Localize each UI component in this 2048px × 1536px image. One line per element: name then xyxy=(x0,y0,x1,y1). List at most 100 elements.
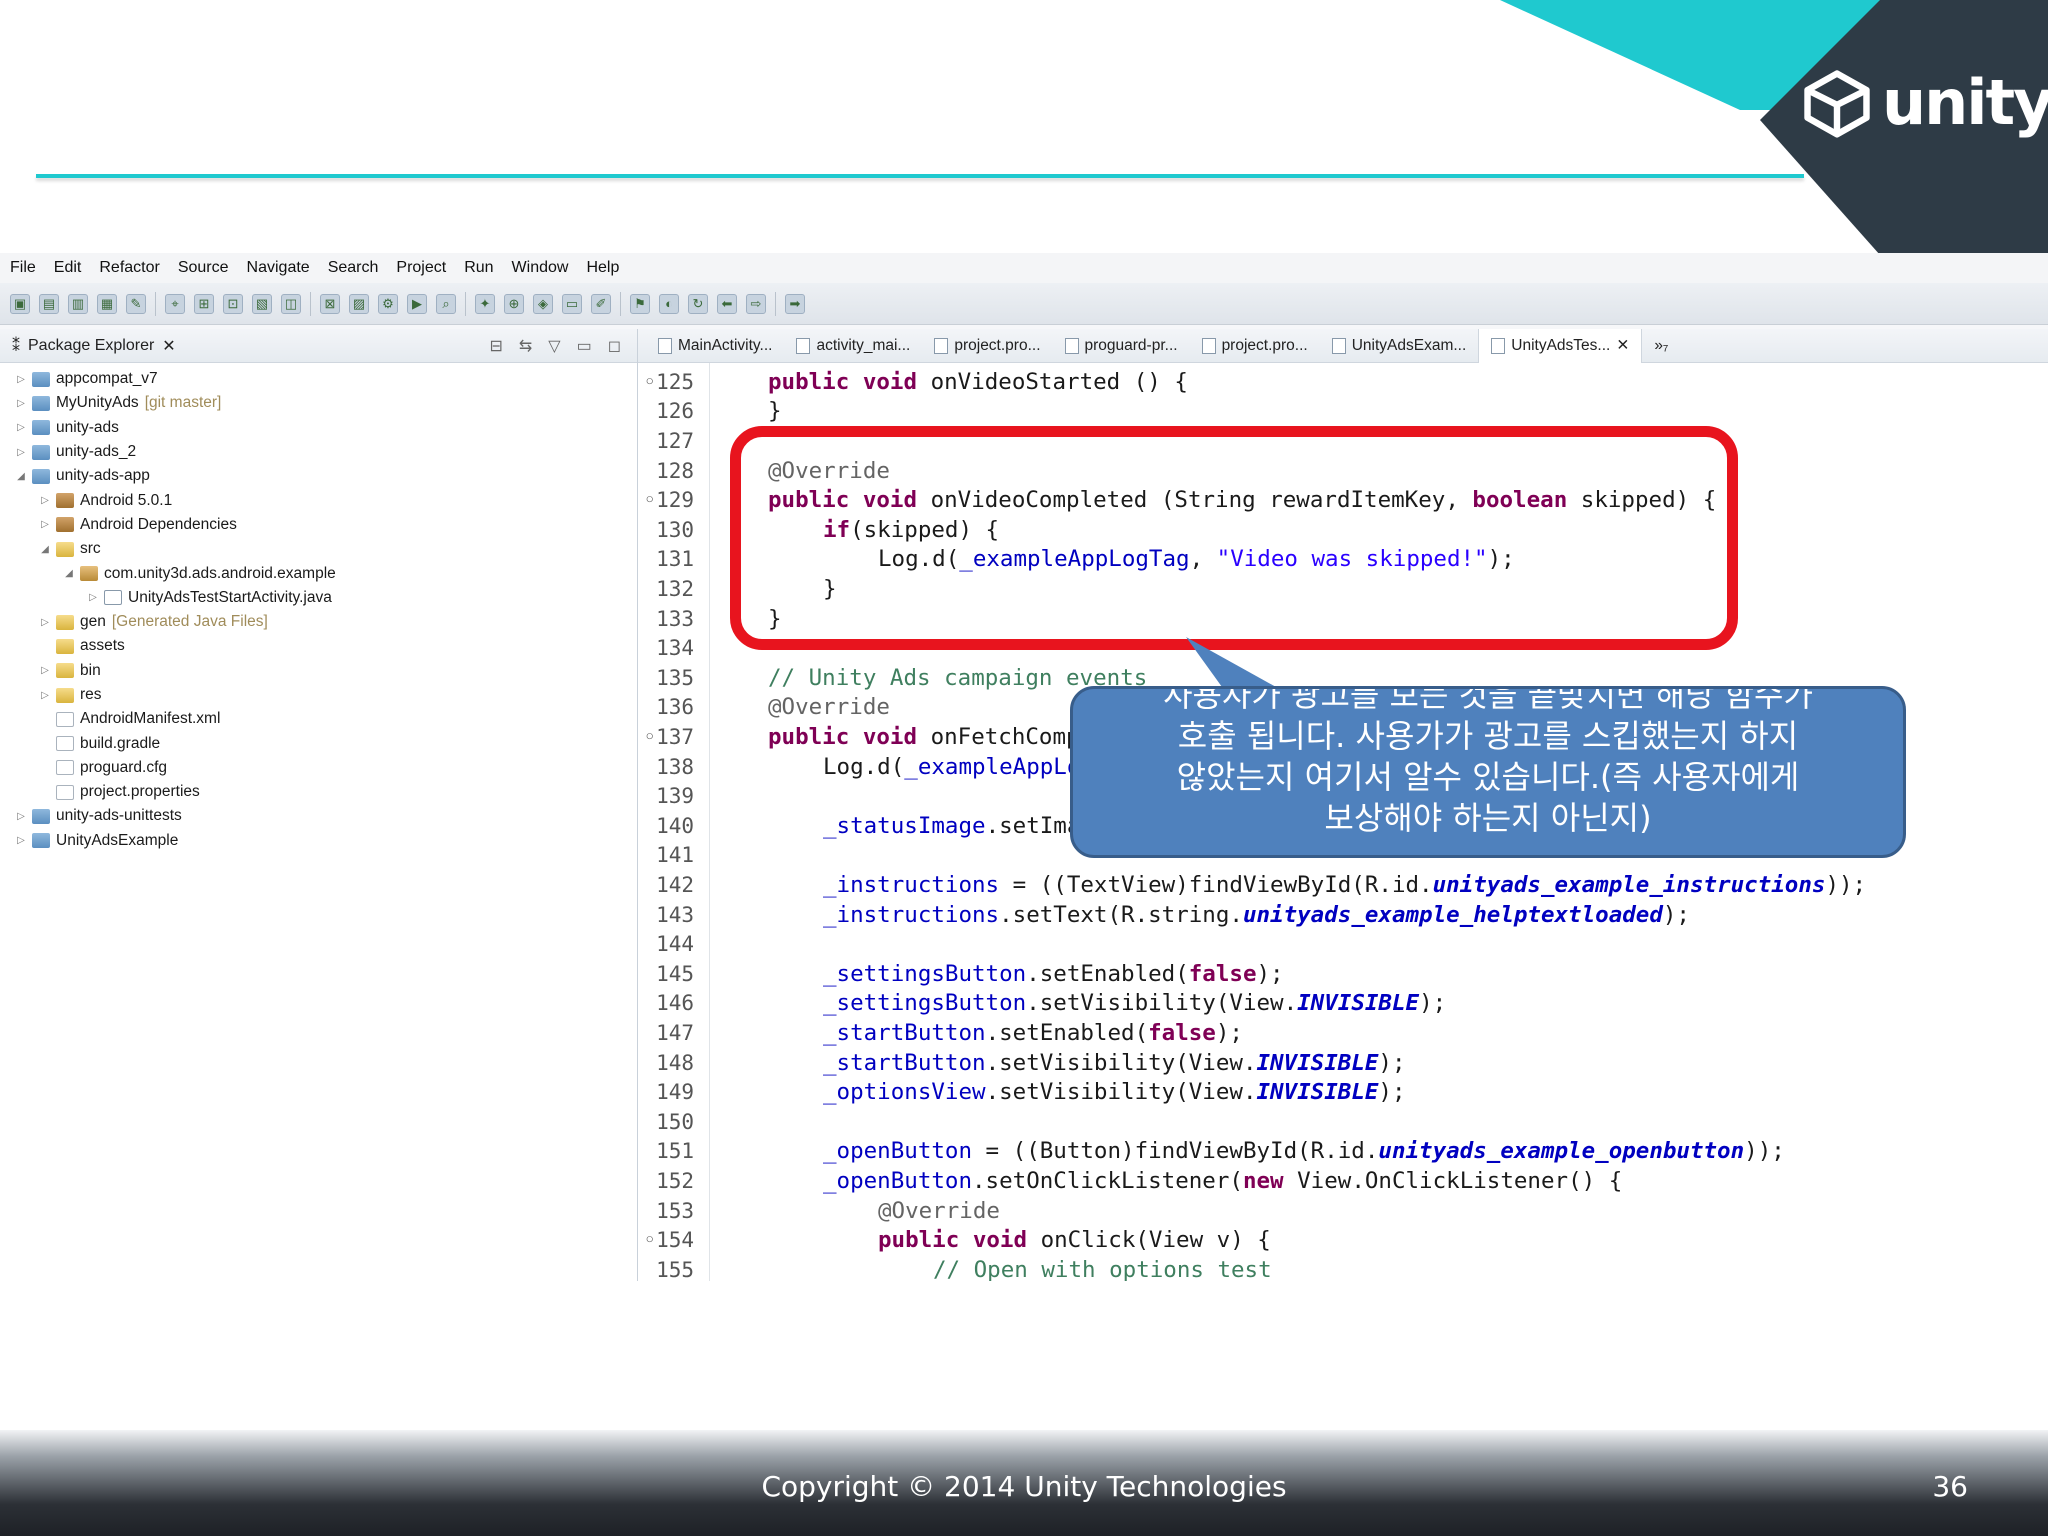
tree-item[interactable]: ◢ com.unity3d.ads.android.example xyxy=(0,561,637,585)
code-token: onVideoStarted () { xyxy=(930,368,1188,395)
toolbar-button-icon[interactable]: ▧ xyxy=(252,293,272,314)
tree-item[interactable]: proguard.cfg xyxy=(0,756,637,780)
editor-tab[interactable]: UnityAdsExam... xyxy=(1320,329,1479,363)
expand-toggle-icon[interactable]: ▷ xyxy=(14,811,28,822)
toolbar-button-icon[interactable]: ↻ xyxy=(688,293,708,314)
toolbar-button-icon[interactable]: ◫ xyxy=(281,293,301,314)
tree-item[interactable]: ▷ MyUnityAds [git master] xyxy=(0,391,637,415)
tree-item[interactable]: ▷ UnityAdsTestStartActivity.java xyxy=(0,586,637,610)
toolbar-button-icon[interactable]: ⊡ xyxy=(223,293,243,314)
toolbar-button-icon[interactable]: ▤ xyxy=(39,293,59,314)
minimize-icon[interactable]: ▭ xyxy=(577,336,592,356)
editor-tab[interactable]: UnityAdsTes... ✕ xyxy=(1478,328,1643,363)
expand-toggle-icon[interactable]: ▷ xyxy=(86,592,100,603)
view-menu-icon[interactable]: ▽ xyxy=(548,336,560,356)
menu-file[interactable]: File xyxy=(10,259,36,277)
tree-item[interactable]: ▷ unity-ads xyxy=(0,416,637,440)
collapse-all-icon[interactable]: ⊟ xyxy=(489,336,502,356)
code-token: .setOnClickListener( xyxy=(972,1167,1243,1194)
toolbar-button-icon[interactable]: ⊠ xyxy=(320,293,340,314)
editor-tab[interactable]: project.pro... xyxy=(922,329,1052,363)
code-token: @Override xyxy=(768,694,890,721)
expand-toggle-icon[interactable]: ◢ xyxy=(62,568,76,579)
tab-overflow-icon[interactable]: »₇ xyxy=(1642,329,1680,363)
toolbar-button-icon[interactable]: ⇨ xyxy=(746,293,766,314)
menu-window[interactable]: Window xyxy=(512,259,569,277)
toolbar-button-icon[interactable]: ◐ xyxy=(659,293,679,314)
tree-item[interactable]: ▷ gen [Generated Java Files] xyxy=(0,610,637,634)
menu-help[interactable]: Help xyxy=(586,259,619,277)
expand-toggle-icon[interactable]: ▷ xyxy=(38,690,52,701)
code-line: ◦125 public void onVideoStarted () { xyxy=(638,367,2048,397)
toolbar-button-icon[interactable]: ◈ xyxy=(533,293,553,314)
toolbar-button-icon[interactable]: ⚙ xyxy=(378,293,398,314)
callout-line: 않았는지 여기서 알수 있습니다.(즉 사용자에게 xyxy=(1176,758,1800,796)
expand-toggle-icon[interactable]: ◢ xyxy=(38,544,52,555)
toolbar-button-icon[interactable]: ▶ xyxy=(407,293,427,314)
link-editor-icon[interactable]: ⇆ xyxy=(519,336,532,356)
toolbar-button-icon[interactable]: ⬅ xyxy=(717,293,737,314)
tree-item[interactable]: project.properties xyxy=(0,780,637,804)
toolbar-button-icon[interactable]: ▨ xyxy=(349,293,369,314)
menu-source[interactable]: Source xyxy=(178,259,229,277)
code-text: _startButton.setVisibility(View.INVISIBL… xyxy=(823,1050,1406,1076)
editor-tab[interactable]: proguard-pr... xyxy=(1053,329,1190,363)
line-number: 128 xyxy=(656,458,694,483)
file-icon xyxy=(796,337,811,354)
toolbar-button-icon[interactable]: ✎ xyxy=(126,293,146,314)
editor-tab[interactable]: MainActivity... xyxy=(646,329,784,363)
tree-item[interactable]: assets xyxy=(0,634,637,658)
tree-item[interactable]: ▷ bin xyxy=(0,659,637,683)
toolbar-button-icon[interactable]: ▦ xyxy=(97,293,117,314)
toolbar-button-icon[interactable]: ⊕ xyxy=(504,293,524,314)
expand-toggle-icon[interactable]: ▷ xyxy=(14,422,28,433)
tree-item[interactable]: ◢ unity-ads-app xyxy=(0,464,637,488)
expand-toggle-icon[interactable]: ◢ xyxy=(14,471,28,482)
menu-refactor[interactable]: Refactor xyxy=(99,259,159,277)
folder-icon xyxy=(56,541,74,557)
tree-item[interactable]: ◢ src xyxy=(0,537,637,561)
expand-toggle-icon[interactable]: ▷ xyxy=(14,835,28,846)
editor-tab[interactable]: project.pro... xyxy=(1190,329,1320,363)
editor-tab[interactable]: activity_mai... xyxy=(784,329,922,363)
expand-toggle-icon[interactable]: ▷ xyxy=(38,665,52,676)
toolbar-button-icon[interactable]: ⌕ xyxy=(436,293,456,314)
tree-item[interactable]: ▷ unity-ads-unittests xyxy=(0,804,637,828)
toolbar-button-icon[interactable]: ✦ xyxy=(475,293,495,314)
menu-project[interactable]: Project xyxy=(396,259,446,277)
toolbar-button-icon[interactable]: ⊞ xyxy=(194,293,214,314)
menu-navigate[interactable]: Navigate xyxy=(247,259,310,277)
tree-item[interactable]: ▷ Android Dependencies xyxy=(0,513,637,537)
toolbar-button-icon[interactable]: ▭ xyxy=(562,293,582,314)
toolbar-button-icon[interactable]: ⌖ xyxy=(165,293,185,314)
toolbar-button-icon[interactable]: ▣ xyxy=(10,293,30,314)
toolbar-button-icon[interactable]: ⚑ xyxy=(630,293,650,314)
close-tab-icon[interactable]: ✕ xyxy=(1616,336,1629,355)
menu-search[interactable]: Search xyxy=(328,259,379,277)
expand-toggle-icon[interactable]: ▷ xyxy=(38,617,52,628)
toolbar-button-icon[interactable]: ✐ xyxy=(591,293,611,314)
tree-item[interactable]: ▷ unity-ads_2 xyxy=(0,440,637,464)
code-token: = ((Button)findViewById(R.id. xyxy=(972,1138,1379,1165)
tree-item[interactable]: ▷ UnityAdsExample xyxy=(0,829,637,853)
tree-item[interactable]: ▷ res xyxy=(0,683,637,707)
tree-item[interactable]: ▷ Android 5.0.1 xyxy=(0,488,637,512)
tree-item[interactable]: AndroidManifest.xml xyxy=(0,707,637,731)
menu-edit[interactable]: Edit xyxy=(54,259,82,277)
expand-toggle-icon[interactable]: ▷ xyxy=(14,447,28,458)
menu-run[interactable]: Run xyxy=(464,259,493,277)
expand-toggle-icon[interactable]: ▷ xyxy=(14,374,28,385)
close-view-icon[interactable]: ✕ xyxy=(162,336,175,356)
maximize-icon[interactable]: ◻ xyxy=(608,336,621,356)
toolbar-button-icon[interactable]: ➡ xyxy=(785,293,805,314)
expand-toggle-icon[interactable]: ▷ xyxy=(38,495,52,506)
tree-item-decoration: [Generated Java Files] xyxy=(111,613,268,631)
lib-icon xyxy=(56,493,74,509)
tree-item[interactable]: build.gradle xyxy=(0,731,637,755)
toolbar-separator xyxy=(620,291,621,316)
expand-toggle-icon[interactable]: ▷ xyxy=(38,519,52,530)
tree-item[interactable]: ▷ appcompat_v7 xyxy=(0,367,637,391)
editor-tab-label: MainActivity... xyxy=(678,336,773,354)
toolbar-button-icon[interactable]: ▥ xyxy=(68,293,88,314)
expand-toggle-icon[interactable]: ▷ xyxy=(14,398,28,409)
